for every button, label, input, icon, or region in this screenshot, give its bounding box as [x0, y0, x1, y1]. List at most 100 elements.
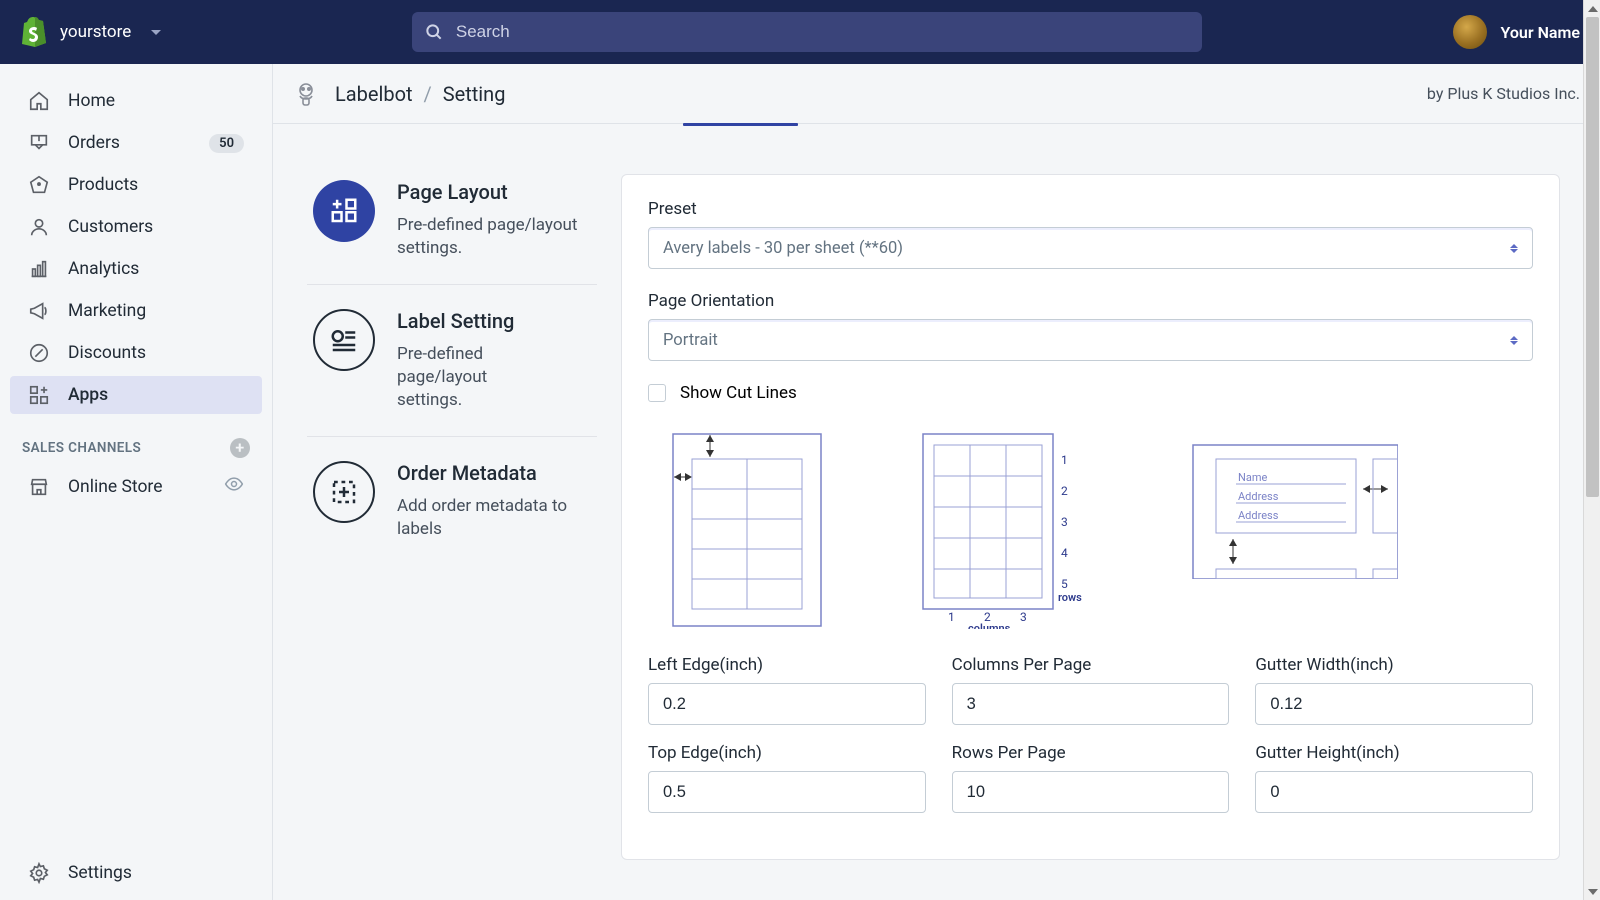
show-cut-lines-checkbox[interactable]: Show Cut Lines	[648, 383, 1533, 403]
marketing-icon	[28, 300, 50, 322]
view-store-icon[interactable]	[224, 474, 244, 499]
section-desc: Add order metadata to labels	[397, 495, 591, 541]
avatar	[1453, 15, 1487, 49]
search-icon	[424, 22, 444, 42]
sidebar-label: Orders	[68, 133, 120, 153]
left-edge-input[interactable]	[648, 683, 926, 725]
sidebar-item-settings[interactable]: Settings	[10, 854, 262, 892]
top-edge-input[interactable]	[648, 771, 926, 813]
section-title: Page Layout	[397, 180, 591, 204]
gutter-height-input[interactable]	[1255, 771, 1533, 813]
svg-text:2: 2	[1061, 484, 1068, 498]
shopify-logo-icon	[20, 17, 48, 47]
gear-icon	[28, 862, 50, 884]
section-desc: Pre-defined page/layout settings.	[397, 214, 591, 260]
sidebar-item-home[interactable]: Home	[10, 82, 262, 120]
svg-text:Name: Name	[1238, 471, 1267, 484]
customers-icon	[28, 216, 50, 238]
apps-icon	[28, 384, 50, 406]
sidebar-label: Analytics	[68, 259, 139, 279]
sidebar-item-analytics[interactable]: Analytics	[10, 250, 262, 288]
svg-text:columns: columns	[968, 622, 1011, 629]
labelbot-app-icon	[291, 79, 321, 109]
sidebar-item-orders[interactable]: Orders 50	[10, 124, 262, 162]
gutter-height-label: Gutter Height(inch)	[1255, 743, 1533, 763]
top-edge-label: Top Edge(inch)	[648, 743, 926, 763]
search-box[interactable]	[412, 12, 1202, 52]
sidebar-label: Customers	[68, 217, 153, 237]
left-edge-label: Left Edge(inch)	[648, 655, 926, 675]
rows-label: Rows Per Page	[952, 743, 1230, 763]
section-page-layout[interactable]: Page Layout Pre-defined page/layout sett…	[307, 174, 597, 285]
breadcrumb: Labelbot / Setting	[335, 82, 505, 106]
breadcrumb-app[interactable]: Labelbot	[335, 82, 413, 106]
sidebar-item-customers[interactable]: Customers	[10, 208, 262, 246]
preset-label: Preset	[648, 199, 1533, 219]
store-switcher[interactable]: yourstore	[20, 17, 161, 47]
gutter-width-label: Gutter Width(inch)	[1255, 655, 1533, 675]
checkbox-icon	[648, 384, 666, 402]
store-icon	[28, 476, 50, 498]
sidebar: Home Orders 50 Products Customers Analyt…	[0, 64, 273, 900]
scroll-up-arrow[interactable]	[1584, 0, 1600, 17]
sidebar-label: Online Store	[68, 477, 162, 497]
app-byline: by Plus K Studios Inc.	[1427, 84, 1580, 103]
sales-channels-label: SALES CHANNELS	[22, 440, 141, 456]
sidebar-label: Settings	[68, 863, 132, 883]
caret-down-icon	[151, 30, 161, 35]
discounts-icon	[28, 342, 50, 364]
gutter-width-input[interactable]	[1255, 683, 1533, 725]
select-arrows-icon	[1510, 336, 1518, 345]
vertical-scrollbar[interactable]	[1583, 0, 1600, 900]
layout-diagrams: 1 2 3 4 5 rows 1 2 3 columns	[648, 429, 1533, 629]
app-header: Labelbot / Setting by Plus K Studios Inc…	[273, 64, 1600, 124]
orders-badge: 50	[209, 134, 244, 153]
columns-input[interactable]	[952, 683, 1230, 725]
settings-sections-nav: Page Layout Pre-defined page/layout sett…	[307, 174, 597, 860]
home-icon	[28, 90, 50, 112]
preset-select[interactable]: Avery labels - 30 per sheet (**60)	[648, 227, 1533, 269]
sidebar-item-discounts[interactable]: Discounts	[10, 334, 262, 372]
select-arrows-icon	[1510, 244, 1518, 253]
analytics-icon	[28, 258, 50, 280]
search-input[interactable]	[456, 22, 1190, 42]
svg-text:3: 3	[1020, 610, 1027, 624]
svg-text:5: 5	[1061, 577, 1068, 591]
section-title: Order Metadata	[397, 461, 591, 485]
diagram-margins	[648, 429, 848, 629]
scroll-thumb[interactable]	[1586, 17, 1599, 497]
scroll-down-arrow[interactable]	[1584, 883, 1600, 900]
orders-icon	[28, 132, 50, 154]
sidebar-item-online-store[interactable]: Online Store	[10, 466, 262, 507]
diagram-label-fields: Name Address Address	[1188, 429, 1398, 629]
user-menu[interactable]: Your Name	[1453, 15, 1580, 49]
page-layout-icon	[313, 180, 375, 242]
checkbox-label: Show Cut Lines	[680, 383, 797, 403]
svg-text:Address: Address	[1238, 509, 1279, 522]
diagram-grid: 1 2 3 4 5 rows 1 2 3 columns	[918, 429, 1118, 629]
order-metadata-icon	[313, 461, 375, 523]
active-tab-indicator	[683, 123, 798, 126]
orientation-select[interactable]: Portrait	[648, 319, 1533, 361]
sidebar-label: Products	[68, 175, 138, 195]
section-label-setting[interactable]: Label Setting Pre-defined page/layout se…	[307, 285, 597, 437]
sidebar-item-apps[interactable]: Apps	[10, 376, 262, 414]
svg-text:3: 3	[1061, 515, 1068, 529]
label-setting-icon	[313, 309, 375, 371]
sidebar-item-products[interactable]: Products	[10, 166, 262, 204]
rows-input[interactable]	[952, 771, 1230, 813]
sidebar-label: Discounts	[68, 343, 146, 363]
sidebar-label: Marketing	[68, 301, 146, 321]
products-icon	[28, 174, 50, 196]
columns-label: Columns Per Page	[952, 655, 1230, 675]
orientation-value: Portrait	[663, 331, 718, 350]
sidebar-item-marketing[interactable]: Marketing	[10, 292, 262, 330]
sidebar-label: Apps	[68, 385, 108, 405]
orientation-label: Page Orientation	[648, 291, 1533, 311]
section-order-metadata[interactable]: Order Metadata Add order metadata to lab…	[307, 437, 597, 565]
add-channel-button[interactable]: +	[230, 438, 250, 458]
section-title: Label Setting	[397, 309, 517, 333]
sales-channels-header: SALES CHANNELS +	[0, 418, 272, 466]
user-name: Your Name	[1501, 23, 1580, 42]
sidebar-label: Home	[68, 91, 115, 111]
